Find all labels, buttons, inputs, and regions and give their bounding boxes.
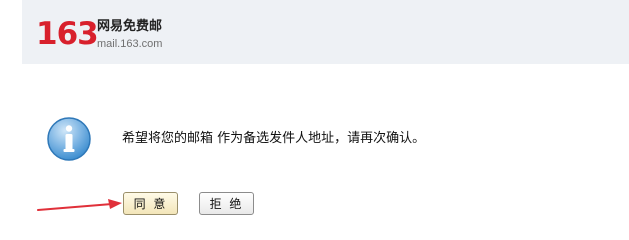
logo-url: mail.163.com [97,38,163,50]
logo-title: 网易免费邮 [97,19,163,34]
reject-button[interactable]: 拒 绝 [199,192,254,215]
agree-button[interactable]: 同 意 [123,192,178,215]
confirm-message: 希望将您的邮箱 作为备选发件人地址，请再次确认。 [122,131,426,146]
info-icon [46,116,92,162]
header-bar: 163 网易免费邮 mail.163.com [22,0,629,64]
logo-163[interactable]: 163 [36,14,99,54]
red-arrow-annotation [37,199,122,211]
